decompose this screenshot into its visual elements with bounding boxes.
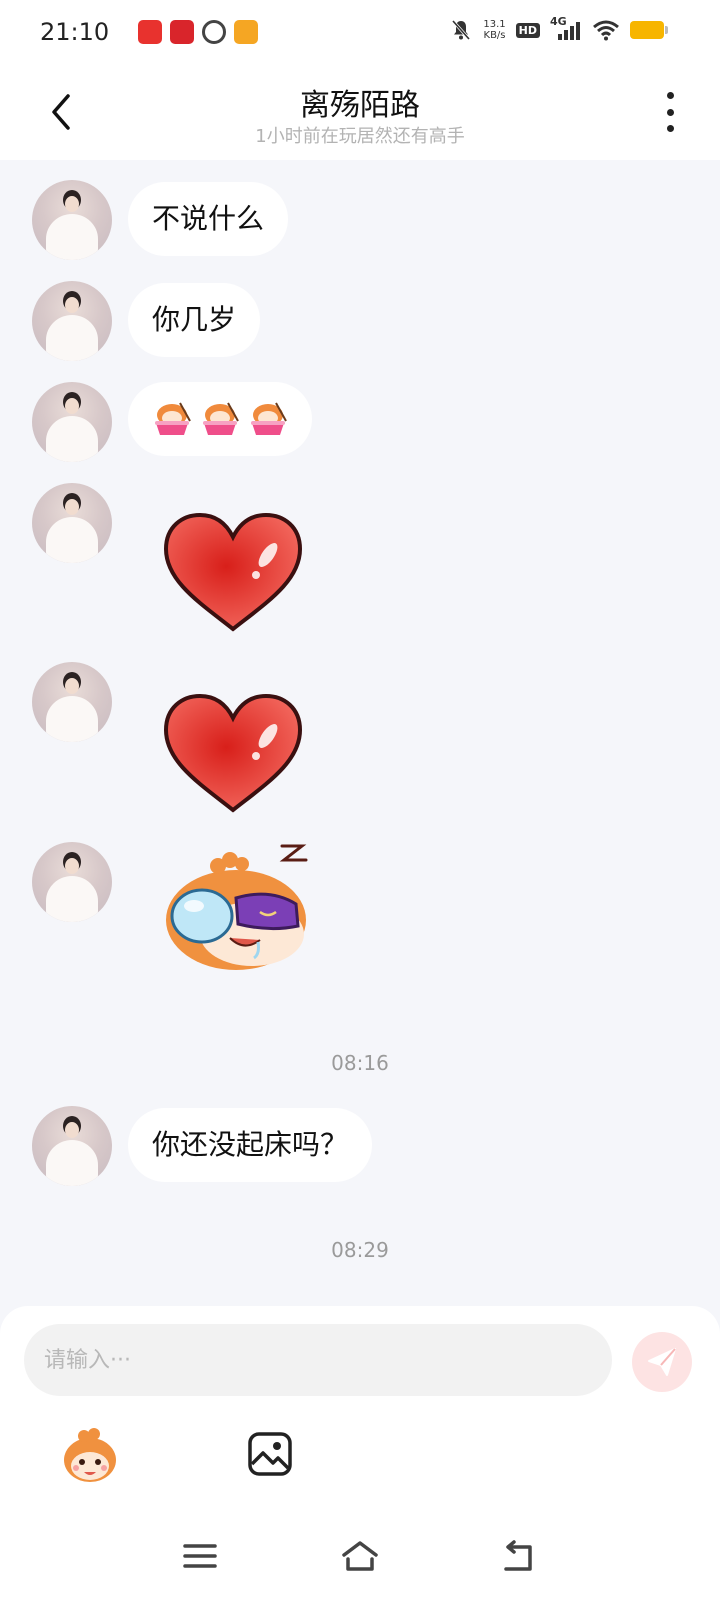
- more-dot-icon: [666, 92, 674, 99]
- app-notification-icon: [202, 20, 226, 44]
- chat-subtitle: 1小时前在玩居然还有高手: [255, 126, 465, 147]
- message-bubble[interactable]: 不说什么: [128, 182, 289, 256]
- emoji-message-bubble[interactable]: [128, 382, 312, 456]
- send-icon: [648, 1348, 676, 1376]
- monkey-noodle-emoji-icon: [251, 402, 287, 435]
- avatar[interactable]: [32, 281, 112, 361]
- hd-badge: HD: [515, 22, 540, 38]
- monkey-noodle-emoji-icon: [203, 402, 239, 435]
- menu-nav-button[interactable]: [178, 1534, 222, 1578]
- net-speed: 13.1 KB/s: [483, 19, 505, 41]
- image-icon: [248, 1432, 292, 1476]
- message-row: 不说什么: [0, 180, 720, 260]
- timestamp: 08:16: [331, 1051, 389, 1075]
- timestamp: 08:29: [331, 1238, 389, 1262]
- message-row: [0, 382, 720, 462]
- message-row: 你还没起床吗？: [0, 1106, 720, 1186]
- red-heart-sticker[interactable]: [160, 692, 306, 816]
- send-button[interactable]: [632, 1332, 692, 1392]
- notification-icons: [138, 20, 258, 44]
- app-notification-icon: [138, 20, 162, 44]
- wifi-icon: [593, 20, 619, 41]
- message-row: [0, 662, 720, 822]
- message-row: [0, 842, 720, 1002]
- message-row: 你几岁: [0, 281, 720, 361]
- message-bubble[interactable]: 你几岁: [128, 283, 261, 357]
- avatar[interactable]: [32, 180, 112, 260]
- status-bar: 21:10 13.1 KB/s HD 4G: [0, 0, 720, 66]
- message-bubble[interactable]: 你还没起床吗？: [128, 1108, 373, 1182]
- status-time: 21:10: [40, 18, 110, 46]
- message-row: [0, 483, 720, 643]
- mute-bell-icon: [452, 20, 471, 40]
- red-heart-sticker[interactable]: [160, 511, 306, 635]
- monkey-noodle-emoji-icon: [155, 402, 191, 435]
- emoji-button[interactable]: [58, 1424, 122, 1488]
- sleeping-monkey-sticker[interactable]: [160, 842, 320, 974]
- more-dot-icon: [666, 125, 674, 132]
- net-speed-unit: KB/s: [483, 30, 506, 41]
- net-speed-value: 13.1: [483, 19, 506, 30]
- battery-icon: [630, 21, 668, 39]
- avatar[interactable]: [32, 1106, 112, 1186]
- app-notification-icon: [170, 20, 194, 44]
- home-nav-button[interactable]: [338, 1534, 382, 1578]
- image-button[interactable]: [246, 1430, 294, 1478]
- signal-icon: 4G: [550, 15, 582, 41]
- chat-title: 离殇陌路: [300, 88, 420, 123]
- back-nav-button[interactable]: [496, 1534, 540, 1578]
- avatar[interactable]: [32, 382, 112, 462]
- menu-icon: [183, 1544, 217, 1568]
- app-notification-icon: [234, 20, 258, 44]
- more-dot-icon: [666, 108, 674, 116]
- monkey-emoji-icon: [64, 1428, 116, 1482]
- more-options-button[interactable]: [660, 92, 680, 132]
- avatar[interactable]: [32, 483, 112, 563]
- home-icon: [342, 1541, 378, 1571]
- avatar[interactable]: [32, 662, 112, 742]
- chat-header: 离殇陌路 1小时前在玩居然还有高手: [0, 66, 720, 160]
- message-input[interactable]: [24, 1324, 612, 1396]
- avatar[interactable]: [32, 842, 112, 922]
- system-nav-bar: [0, 1520, 720, 1600]
- back-nav-icon: [504, 1540, 532, 1571]
